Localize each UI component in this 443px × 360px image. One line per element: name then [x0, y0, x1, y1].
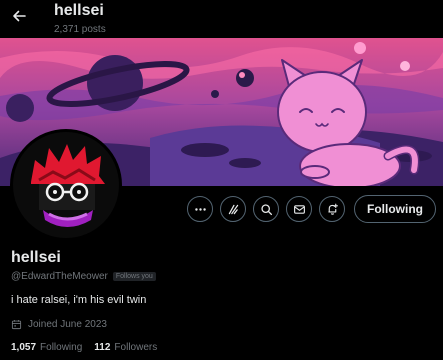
following-button[interactable]: Following: [354, 195, 436, 223]
followers-count: 112: [94, 342, 111, 353]
search-button[interactable]: [253, 196, 279, 222]
calendar-icon: [11, 320, 22, 330]
avatar-artwork: [13, 132, 119, 238]
profile-handle: @EdwardTheMeower: [11, 271, 108, 282]
profile-actions: Following: [187, 195, 436, 223]
arrow-left-icon: [13, 10, 26, 22]
more-dots-icon: [194, 207, 206, 211]
message-button[interactable]: [286, 196, 312, 222]
header-title: hellsei: [54, 2, 104, 19]
following-link[interactable]: 1,057 Following: [11, 342, 82, 353]
follows-you-badge: Follows you: [112, 272, 156, 281]
back-button[interactable]: [8, 5, 30, 27]
stats-row: 1,057 Following 112 Followers: [11, 342, 157, 353]
more-button[interactable]: [187, 196, 213, 222]
following-label: Following: [40, 342, 83, 353]
top-bar: hellsei 2,371 posts: [0, 0, 443, 38]
avatar[interactable]: [10, 129, 122, 241]
profile-display-name: hellsei: [11, 249, 61, 266]
grok-icon: [228, 204, 238, 214]
following-count: 1,057: [11, 342, 37, 353]
envelope-icon: [293, 204, 305, 214]
followers-label: Followers: [114, 342, 158, 353]
handle-row: @EdwardTheMeower Follows you: [11, 271, 156, 282]
joined-date: Joined June 2023: [28, 319, 107, 330]
followers-link[interactable]: 112 Followers: [94, 342, 157, 353]
grok-button[interactable]: [220, 196, 246, 222]
profile-bio: i hate ralsei, i'm his evil twin: [11, 294, 147, 306]
posts-count: 2,371 posts: [54, 24, 106, 35]
joined-row: Joined June 2023: [11, 319, 107, 330]
notify-button[interactable]: [319, 196, 345, 222]
bell-plus-icon: [327, 203, 338, 215]
search-icon: [260, 203, 272, 215]
